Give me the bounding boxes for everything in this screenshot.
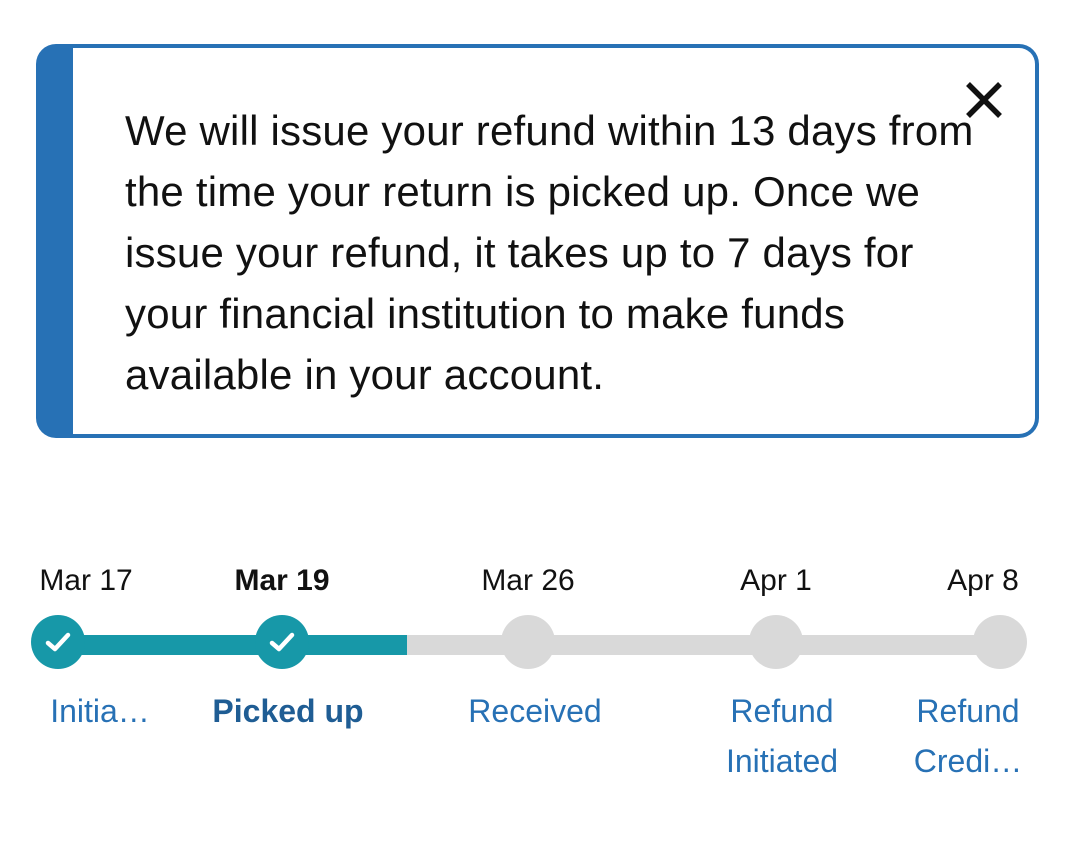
step-node-initiated — [31, 615, 85, 669]
checkmark-icon — [45, 632, 71, 652]
checkmark-icon — [269, 632, 295, 652]
alert-message: We will issue your refund within 13 days… — [125, 107, 974, 398]
step-label-initiated[interactable]: Initia… — [15, 686, 185, 736]
step-date-refund-initiated: Apr 1 — [740, 564, 812, 597]
step-node-refund-credited — [973, 615, 1027, 669]
step-label-received[interactable]: Received — [450, 686, 620, 736]
refund-info-alert: We will issue your refund within 13 days… — [36, 44, 1039, 438]
close-button[interactable] — [962, 78, 1006, 122]
step-node-refund-initiated — [749, 615, 803, 669]
step-node-picked-up — [255, 615, 309, 669]
step-label-refund-credited[interactable]: Refund Credi… — [883, 686, 1053, 786]
refund-status-panel: We will issue your refund within 13 days… — [0, 0, 1078, 849]
step-date-initiated: Mar 17 — [39, 564, 133, 597]
step-label-picked-up[interactable]: Picked up — [203, 686, 373, 736]
progress-track-fill — [58, 635, 407, 655]
step-date-picked-up: Mar 19 — [234, 564, 330, 597]
step-label-refund-initiated[interactable]: Refund Initiated — [697, 686, 867, 786]
return-progress-tracker: Mar 17 Initia… Mar 19 Picked up Mar 26 R… — [0, 540, 1078, 820]
step-date-refund-credited: Apr 8 — [947, 564, 1019, 597]
step-date-received: Mar 26 — [481, 564, 575, 597]
step-node-received — [501, 615, 555, 669]
close-icon — [966, 82, 1002, 118]
